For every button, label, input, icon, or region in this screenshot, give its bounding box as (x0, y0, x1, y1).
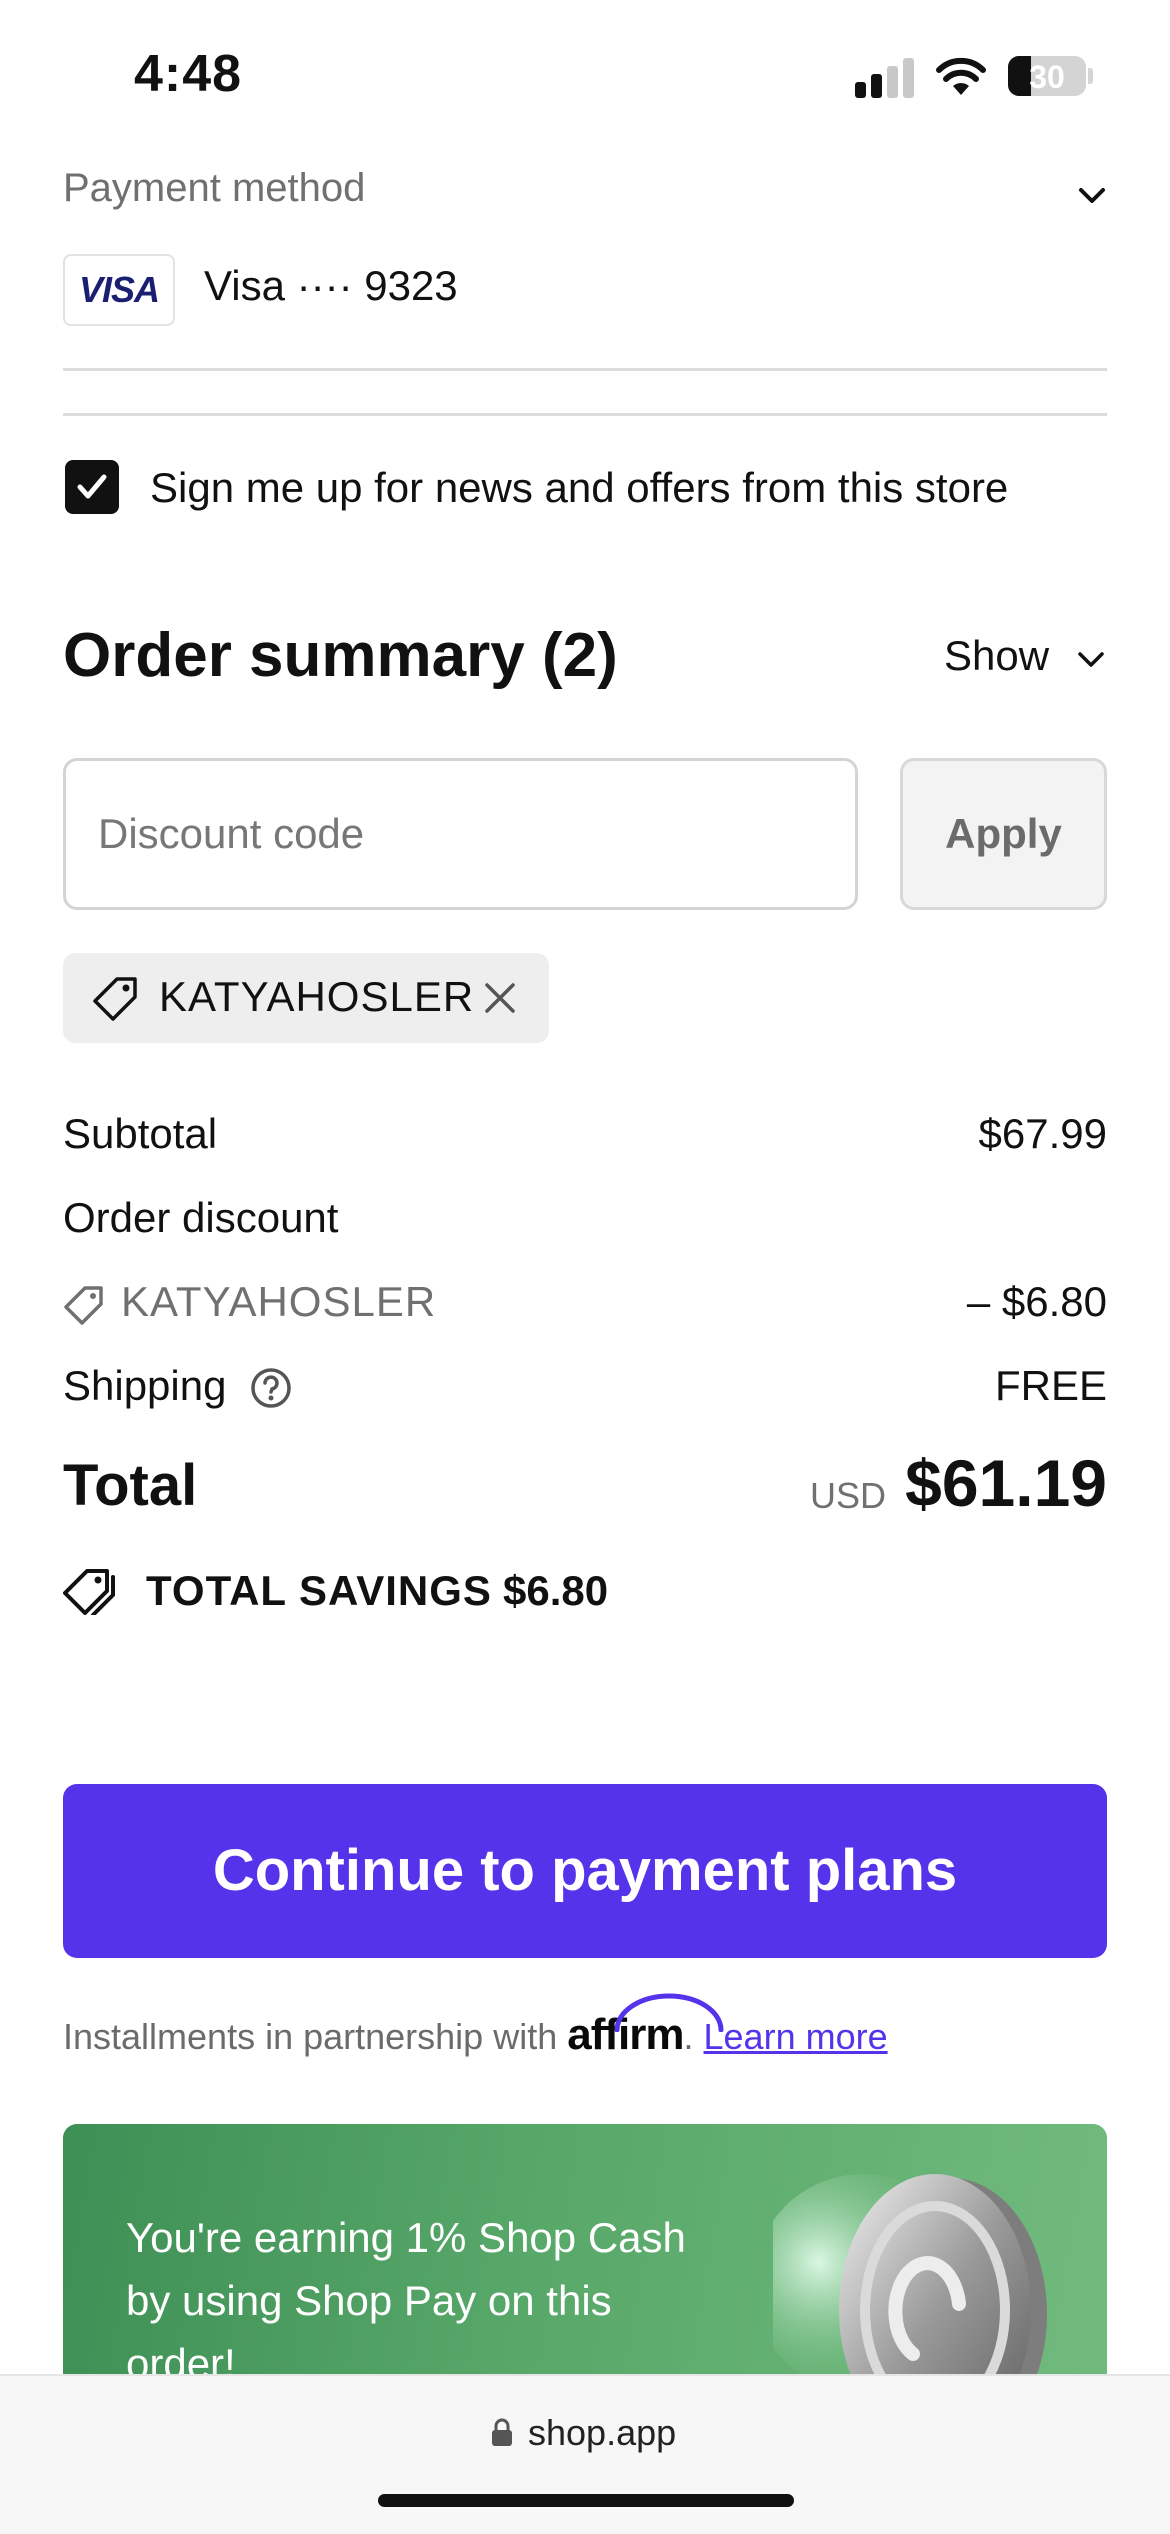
battery-nub (1088, 68, 1093, 84)
shipping-value: FREE (994, 1362, 1107, 1409)
remove-discount-icon[interactable] (479, 977, 521, 1024)
battery-level: 30 (1029, 59, 1065, 95)
battery-icon: 30 (1008, 56, 1086, 96)
order-discount-label: Order discount (63, 1194, 339, 1241)
lock-icon (490, 2418, 514, 2453)
discount-amount: – $6.80 (966, 1278, 1107, 1325)
affirm-installments-text: Installments in partnership with affirm.… (63, 1993, 888, 2060)
total-savings-label: TOTAL SAVINGS (146, 1567, 492, 1614)
newsletter-label[interactable]: Sign me up for news and offers from this… (150, 464, 1008, 512)
total-currency: USD (810, 1475, 887, 1516)
continue-to-payment-plans-button[interactable]: Continue to payment plans (63, 1784, 1107, 1958)
cellular-signal-icon (855, 58, 915, 98)
discount-tag-icon (63, 1284, 105, 1336)
discount-code-text: KATYAHOSLER (121, 1278, 437, 1325)
total-amount: $61.19 (905, 1446, 1107, 1520)
show-summary-toggle[interactable]: Show (944, 632, 1049, 680)
discount-code-row: KATYAHOSLER – $6.80 (63, 1278, 1107, 1334)
subtotal-value: $67.99 (978, 1110, 1107, 1157)
shipping-row: Shipping FREE (63, 1362, 1107, 1418)
address-bar-url[interactable]: shop.app (528, 2412, 676, 2454)
chevron-down-icon[interactable] (1075, 178, 1109, 212)
payment-method-label: Payment method (63, 166, 366, 210)
savings-tag-icon (63, 1565, 117, 1620)
applied-discount-chip: KATYAHOSLER (63, 953, 549, 1043)
visa-card-logo: VISA (63, 254, 175, 326)
order-discount-row: Order discount (63, 1194, 1107, 1250)
newsletter-checkbox[interactable] (65, 460, 119, 514)
discount-code-input[interactable] (63, 758, 858, 910)
chevron-down-icon[interactable] (1074, 642, 1108, 676)
shop-cash-promo-text: You're earning 1% Shop Cash by using Sho… (126, 2214, 686, 2387)
subtotal-row: Subtotal $67.99 (63, 1110, 1107, 1166)
visa-brand-text: VISA (78, 269, 160, 310)
order-summary-title: Order summary (2) (63, 621, 618, 690)
total-savings-amount: $6.80 (503, 1567, 609, 1614)
subtotal-label: Subtotal (63, 1110, 218, 1157)
affirm-logo: affirm (567, 1993, 724, 2059)
card-number-text[interactable]: Visa ···· 9323 (204, 262, 458, 310)
applied-code-text: KATYAHOSLER (159, 973, 475, 1020)
divider (63, 413, 1107, 416)
divider (63, 368, 1107, 371)
browser-bottom-bar (0, 2374, 1170, 2534)
status-time: 4:48 (134, 45, 243, 103)
tag-icon (91, 975, 141, 1028)
help-icon[interactable] (249, 1366, 293, 1420)
affirm-prefix: Installments in partnership with (63, 2016, 568, 2057)
home-indicator[interactable] (378, 2494, 794, 2507)
shipping-label: Shipping (63, 1362, 227, 1409)
total-label: Total (63, 1453, 198, 1518)
learn-more-link[interactable]: Learn more (704, 2016, 888, 2057)
wifi-icon (935, 55, 987, 97)
apply-discount-button[interactable]: Apply (900, 758, 1107, 910)
